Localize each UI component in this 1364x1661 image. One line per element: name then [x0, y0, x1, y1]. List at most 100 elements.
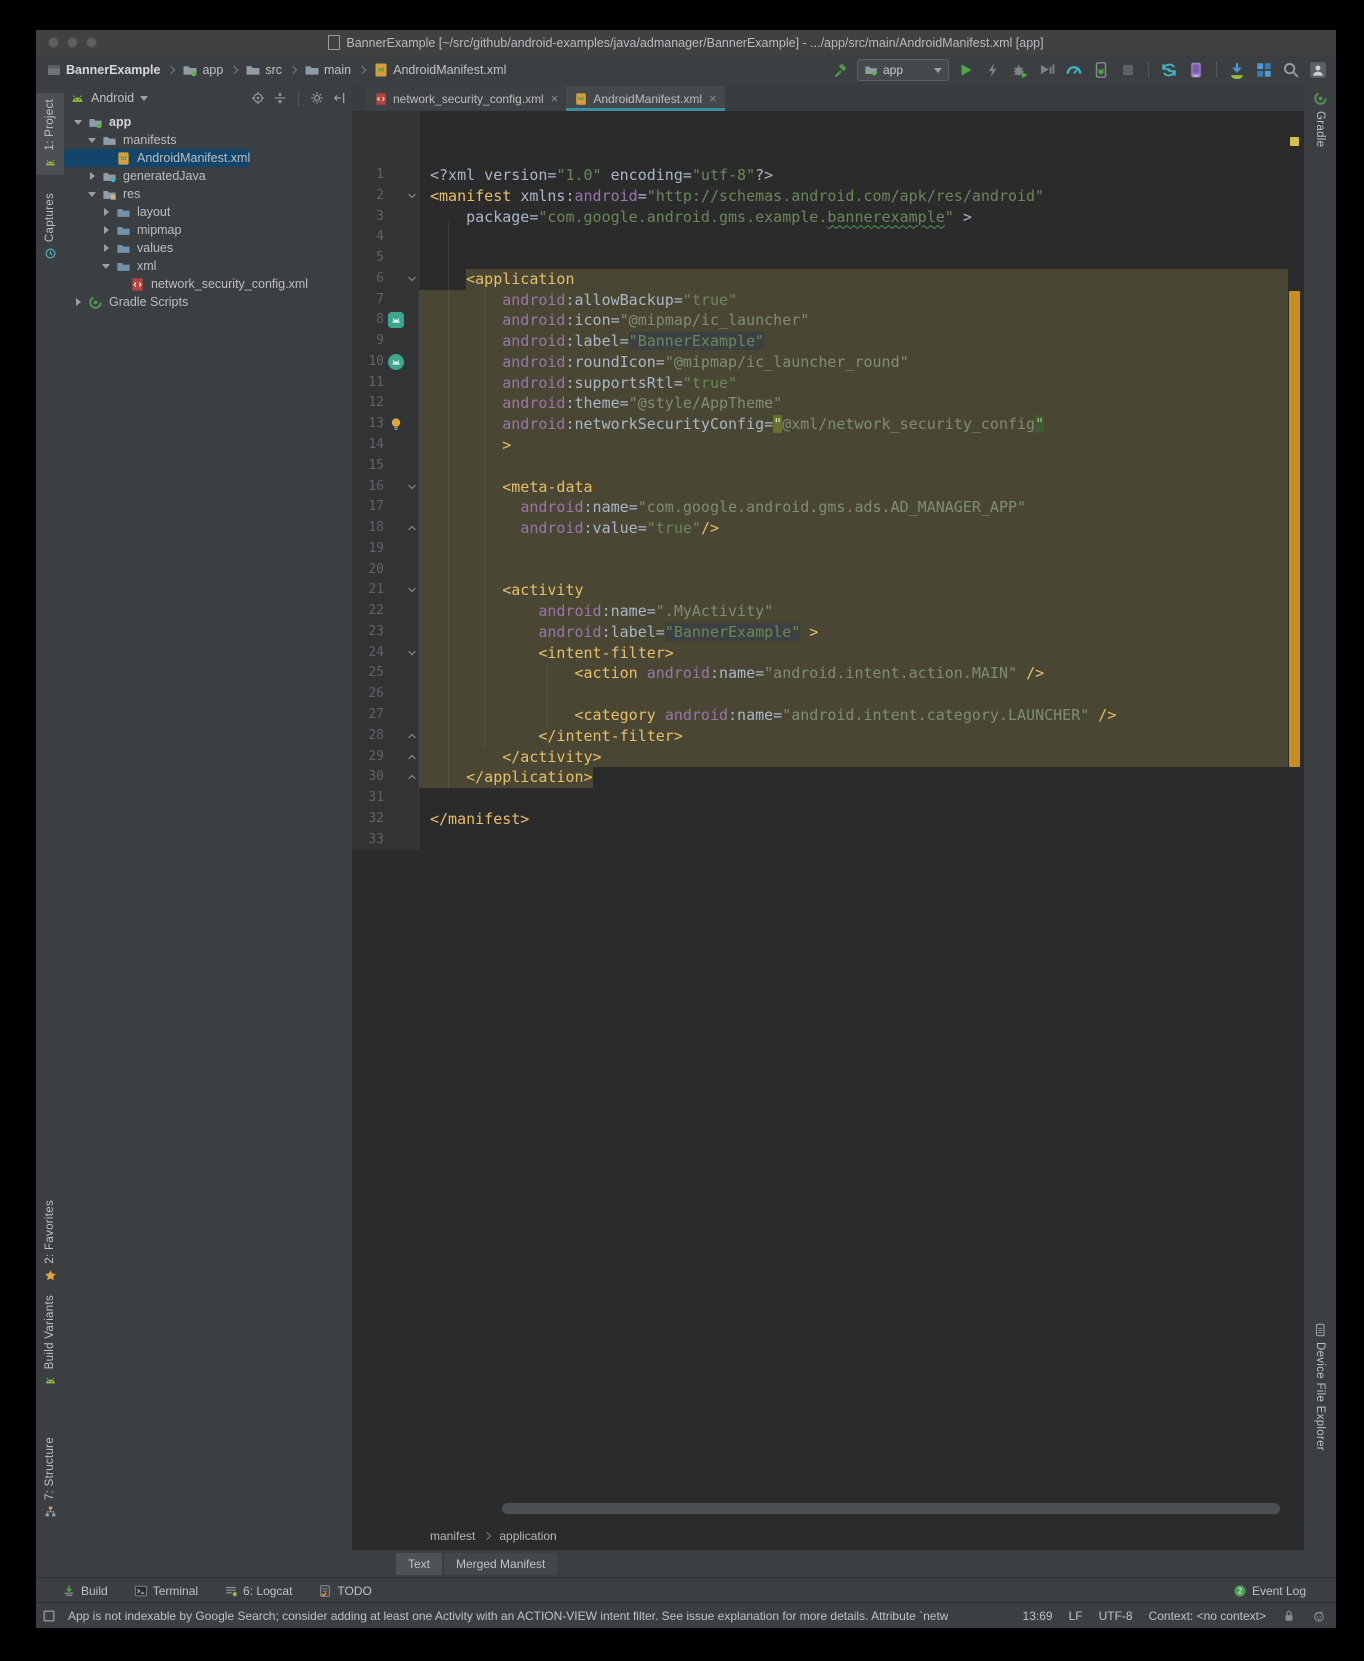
close-window-button[interactable] — [48, 37, 59, 48]
tree-item-res[interactable]: res — [64, 185, 352, 203]
project-structure-button[interactable] — [1254, 60, 1274, 80]
tool-stripe-gradle[interactable]: Gradle — [1304, 91, 1336, 147]
fold-marker-end-icon[interactable] — [406, 522, 418, 534]
code-editor[interactable]: 1234567891011121314151617181920212223242… — [352, 111, 1304, 1522]
close-tab-icon[interactable]: × — [709, 91, 717, 106]
error-stripe[interactable] — [1286, 111, 1304, 1522]
tool-stripe-captures[interactable]: Captures — [36, 193, 64, 260]
locate-icon[interactable] — [251, 91, 265, 105]
encoding-indicator[interactable]: UTF-8 — [1099, 1609, 1133, 1623]
run-with-coverage-button[interactable] — [1037, 60, 1057, 80]
gradle-icon — [1313, 91, 1328, 106]
fold-marker-collapse-icon[interactable] — [406, 190, 418, 202]
tree-item-manifests[interactable]: manifests — [64, 131, 352, 149]
code-token: ?> — [755, 166, 773, 184]
chevron-right-icon[interactable] — [100, 226, 112, 234]
line-ending-indicator[interactable]: LF — [1069, 1609, 1083, 1623]
tool-window-button-build[interactable]: Build — [62, 1584, 108, 1598]
fold-marker-collapse-icon[interactable] — [406, 647, 418, 659]
run-configuration-select[interactable]: app — [857, 59, 949, 81]
tree-item-xml[interactable]: xml — [64, 257, 352, 275]
chevron-down-icon[interactable] — [86, 192, 98, 197]
breadcrumb-item-androidmanifest-xml[interactable]: AndroidManifest.xml — [373, 62, 506, 78]
inspections-level-icon[interactable] — [1312, 1609, 1326, 1623]
run-button[interactable] — [956, 60, 976, 80]
lock-icon[interactable] — [1282, 1609, 1296, 1623]
project-view-selector[interactable]: Android — [91, 91, 134, 105]
minimize-window-button[interactable] — [67, 37, 78, 48]
gradle-sync-button[interactable] — [1159, 60, 1179, 80]
editor-breadcrumb-application[interactable]: application — [499, 1529, 556, 1543]
view-tab-text[interactable]: Text — [396, 1553, 442, 1575]
fold-marker-collapse-icon[interactable] — [406, 273, 418, 285]
code-token: android — [502, 394, 565, 412]
breadcrumb-item-main[interactable]: main — [304, 62, 351, 78]
apply-changes-button[interactable] — [983, 60, 1003, 80]
avd-manager-button[interactable] — [1186, 60, 1206, 80]
tree-item-network-security-config-xml[interactable]: network_security_config.xml — [64, 275, 352, 293]
breadcrumb-item-src[interactable]: src — [245, 62, 282, 78]
selection-stripe-mark[interactable] — [1289, 291, 1300, 767]
debug-button[interactable] — [1010, 60, 1030, 80]
editor-tab-bar: network_security_config.xml×AndroidManif… — [352, 85, 1304, 112]
editor-tab-network-security-config-xml[interactable]: network_security_config.xml× — [366, 86, 566, 111]
launcher-round-gutter-icon[interactable] — [388, 354, 404, 370]
chevron-right-icon[interactable] — [72, 298, 84, 306]
caret-position[interactable]: 13:69 — [1023, 1609, 1053, 1623]
build-hammer-button[interactable] — [830, 60, 850, 80]
chevron-down-icon[interactable] — [86, 138, 98, 143]
login-avatar-button[interactable] — [1308, 60, 1328, 80]
tree-item-layout[interactable]: layout — [64, 203, 352, 221]
tree-item-values[interactable]: values — [64, 239, 352, 257]
fold-marker-end-icon[interactable] — [406, 751, 418, 763]
fold-marker-end-icon[interactable] — [406, 730, 418, 742]
close-tab-icon[interactable]: × — [551, 91, 559, 106]
tree-item-generatedjava[interactable]: generatedJava — [64, 167, 352, 185]
chevron-down-icon[interactable] — [100, 264, 112, 269]
chevron-right-icon[interactable] — [86, 172, 98, 180]
line-number: 17 — [352, 499, 384, 514]
tree-item-gradle-scripts[interactable]: Gradle Scripts — [64, 293, 352, 311]
search-everywhere-button[interactable] — [1281, 60, 1301, 80]
hide-icon[interactable] — [332, 91, 346, 105]
tool-window-button-6-logcat[interactable]: 6: Logcat — [224, 1584, 292, 1598]
settings-icon[interactable] — [310, 91, 324, 105]
tree-item-mipmap[interactable]: mipmap — [64, 221, 352, 239]
zoom-window-button[interactable] — [86, 37, 97, 48]
code-token: "BannerExample" — [629, 332, 764, 350]
breadcrumb-label: main — [324, 63, 351, 77]
tool-window-button-todo[interactable]: TODO — [318, 1584, 371, 1598]
fold-marker-collapse-icon[interactable] — [406, 481, 418, 493]
attach-debugger-button[interactable] — [1091, 60, 1111, 80]
profiler-button[interactable] — [1064, 60, 1084, 80]
chevron-right-icon[interactable] — [100, 208, 112, 216]
stop-button[interactable] — [1118, 60, 1138, 80]
tool-window-button-event-log[interactable]: 2Event Log — [1233, 1584, 1306, 1598]
tree-item-app[interactable]: app — [64, 113, 352, 131]
breadcrumb-item-bannerexample[interactable]: BannerExample — [46, 62, 160, 78]
lightbulb-gutter-icon[interactable] — [388, 416, 404, 432]
horizontal-scrollbar[interactable] — [502, 1503, 1280, 1514]
tool-window-button-terminal[interactable]: Terminal — [134, 1584, 198, 1598]
tree-item-androidmanifest-xml[interactable]: AndroidManifest.xml — [64, 149, 250, 167]
tool-stripe-build-variants[interactable]: Build Variants — [36, 1295, 64, 1387]
chevron-down-icon[interactable] — [72, 120, 84, 125]
view-tab-merged-manifest[interactable]: Merged Manifest — [444, 1553, 557, 1575]
collapse-icon[interactable] — [273, 91, 287, 105]
tool-stripe-2-favorites[interactable]: 2: Favorites — [36, 1200, 64, 1282]
tool-stripe-7-structure[interactable]: 7: Structure — [36, 1437, 64, 1518]
warning-stripe-mark[interactable] — [1290, 137, 1299, 146]
chevron-right-icon[interactable] — [100, 244, 112, 252]
tool-window-toggle-icon[interactable] — [42, 1609, 56, 1623]
context-indicator[interactable]: Context: <no context> — [1149, 1609, 1266, 1623]
fold-marker-end-icon[interactable] — [406, 771, 418, 783]
tool-stripe-device-file-explorer[interactable]: Device File Explorer — [1304, 1323, 1336, 1451]
breadcrumb-item-app[interactable]: app — [182, 62, 223, 78]
tool-stripe-1-project[interactable]: 1: Project — [36, 93, 64, 175]
code-token — [430, 623, 538, 641]
sdk-manager-button[interactable] — [1227, 60, 1247, 80]
fold-marker-collapse-icon[interactable] — [406, 584, 418, 596]
launcher-square-gutter-icon[interactable] — [388, 312, 404, 328]
editor-breadcrumb-manifest[interactable]: manifest — [430, 1529, 475, 1543]
editor-tab-androidmanifest-xml[interactable]: AndroidManifest.xml× — [566, 86, 724, 111]
